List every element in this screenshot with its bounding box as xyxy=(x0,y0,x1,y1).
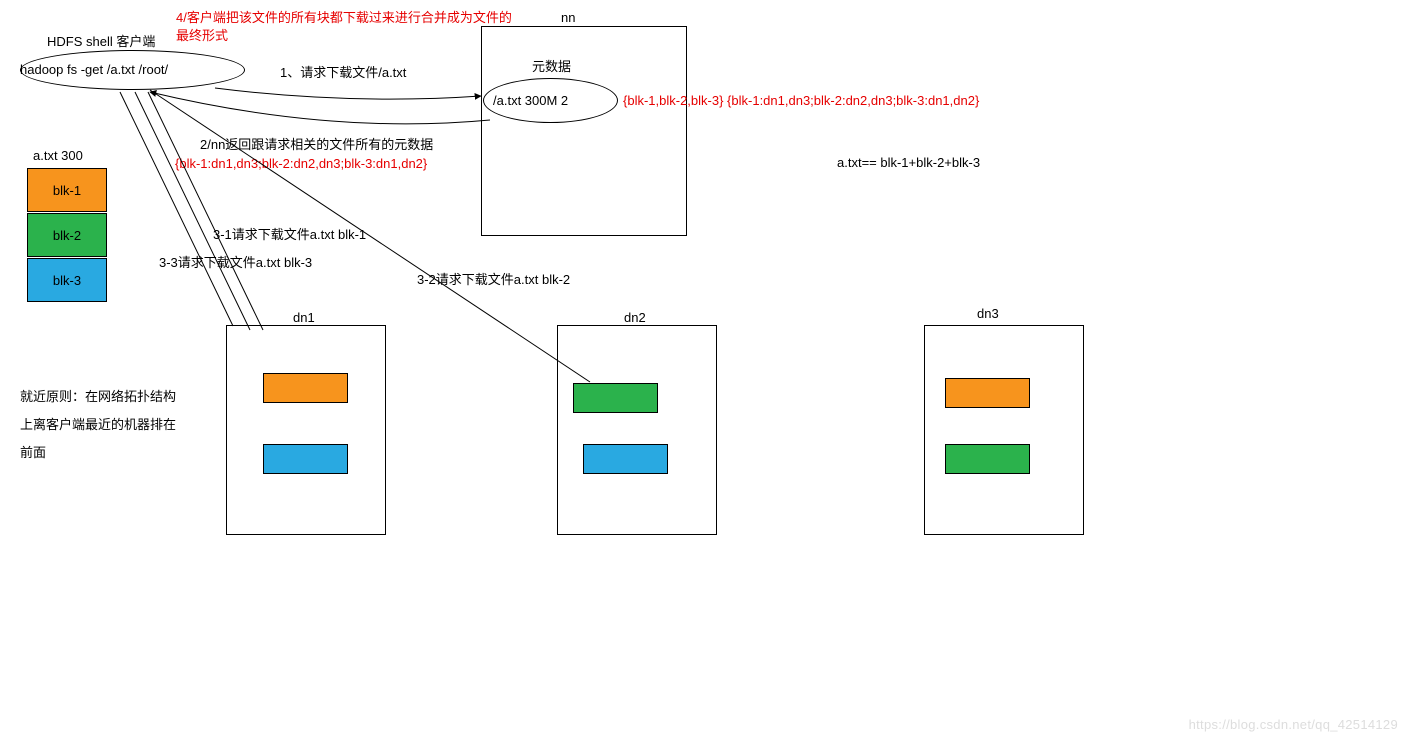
arrow-1-label: 1、请求下载文件/a.txt xyxy=(280,62,406,81)
dn2-label: dn2 xyxy=(624,310,646,325)
dn1-box xyxy=(226,325,386,535)
dn3-blk-green xyxy=(945,444,1030,474)
metadata-line: /a.txt 300M 2 xyxy=(493,93,568,108)
dn2-blk-green xyxy=(573,383,658,413)
equation: a.txt== blk-1+blk-2+blk-3 xyxy=(837,155,980,170)
file-blk-1: blk-1 xyxy=(27,168,107,212)
arrow-2-data: {blk-1:dn1,dn3;blk-2:dn2,dn3;blk-3:dn1,d… xyxy=(175,156,427,171)
blk2-label: blk-2 xyxy=(53,228,81,243)
dn3-box xyxy=(924,325,1084,535)
req-3-1: 3-1请求下载文件a.txt blk-1 xyxy=(213,224,366,243)
dn1-blk-orange xyxy=(263,373,348,403)
file-stack-title: a.txt 300 xyxy=(33,148,83,163)
file-blk-3: blk-3 xyxy=(27,258,107,302)
merge-note-line2: 最终形式 xyxy=(176,25,228,44)
req-3-3: 3-3请求下载文件a.txt blk-3 xyxy=(159,252,312,271)
merge-note-line1: 4/客户端把该文件的所有块都下载过来进行合并成为文件的 xyxy=(176,7,512,26)
file-blk-2: blk-2 xyxy=(27,213,107,257)
watermark: https://blog.csdn.net/qq_42514129 xyxy=(1189,717,1398,732)
blk3-label: blk-3 xyxy=(53,273,81,288)
dn2-blk-blue xyxy=(583,444,668,474)
dn3-label: dn3 xyxy=(977,306,999,321)
req-3-2: 3-2请求下载文件a.txt blk-2 xyxy=(417,269,570,288)
arrow-2-label: 2/nn返回跟请求相关的文件所有的元数据 xyxy=(200,134,433,153)
proximity-l1: 就近原则：在网络拓扑结构 xyxy=(20,386,176,405)
metadata-title: 元数据 xyxy=(532,56,571,75)
nn-box xyxy=(481,26,687,236)
blk1-label: blk-1 xyxy=(53,183,81,198)
dn1-blk-blue xyxy=(263,444,348,474)
proximity-l3: 前面 xyxy=(20,442,46,461)
metadata-sets: {blk-1,blk-2,blk-3} {blk-1:dn1,dn3;blk-2… xyxy=(623,93,979,108)
dn1-label: dn1 xyxy=(293,310,315,325)
client-title: HDFS shell 客户端 xyxy=(47,31,155,50)
proximity-l2: 上离客户端最近的机器排在 xyxy=(20,414,176,433)
nn-label: nn xyxy=(561,10,575,25)
dn3-blk-orange xyxy=(945,378,1030,408)
client-cmd: hadoop fs -get /a.txt /root/ xyxy=(20,62,168,77)
dn2-box xyxy=(557,325,717,535)
